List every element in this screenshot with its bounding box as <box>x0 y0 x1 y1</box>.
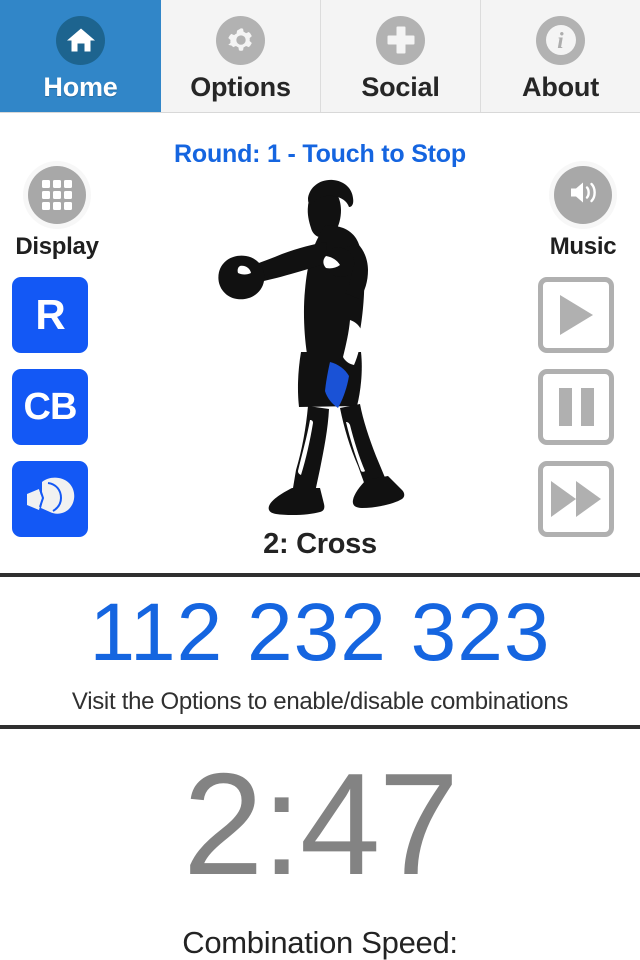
display-header[interactable]: Display <box>12 166 102 261</box>
timer-value[interactable]: 2:47 <box>0 752 640 897</box>
music-label: Music <box>549 233 617 260</box>
combination-speed-label: Combination Speed: <box>182 925 458 960</box>
music-pause-button[interactable] <box>538 369 614 445</box>
rounds-button-label: R <box>35 291 65 338</box>
grid-icon <box>28 166 86 224</box>
tab-home[interactable]: Home <box>0 0 161 112</box>
gear-icon <box>216 15 265 65</box>
music-play-button[interactable] <box>538 277 614 353</box>
boxer-figure[interactable] <box>180 170 460 530</box>
combo-button[interactable]: CB <box>12 369 88 445</box>
home-icon <box>56 15 105 65</box>
play-icon <box>559 295 593 335</box>
plus-icon <box>376 15 425 65</box>
combination-value[interactable]: 112 232 323 <box>0 592 640 674</box>
glove-button[interactable] <box>12 461 88 537</box>
move-label: 2: Cross <box>263 528 377 560</box>
info-icon: i <box>536 15 585 65</box>
combo-button-label: CB <box>23 386 78 428</box>
next-icon <box>551 481 601 517</box>
display-label: Display <box>15 233 99 260</box>
speaker-icon <box>554 166 612 224</box>
pause-icon <box>558 388 594 426</box>
round-status-text[interactable]: Round: 1 - Touch to Stop <box>0 140 640 169</box>
app-root: Home Options Social i About Round: 1 - T… <box>0 0 640 960</box>
combination-hint: Visit the Options to enable/disable comb… <box>71 688 569 715</box>
display-rail: Display R CB <box>12 166 102 537</box>
divider-timer <box>0 725 640 729</box>
tab-bar: Home Options Social i About <box>0 0 640 113</box>
tab-about[interactable]: i About <box>481 0 640 112</box>
music-next-button[interactable] <box>538 461 614 537</box>
tab-social-label: Social <box>361 71 440 102</box>
tab-about-label: About <box>522 71 599 102</box>
rounds-button[interactable]: R <box>12 277 88 353</box>
tab-home-label: Home <box>43 71 118 102</box>
music-header[interactable]: Music <box>538 166 628 261</box>
tab-social[interactable]: Social <box>321 0 481 112</box>
music-rail: Music <box>538 166 628 537</box>
tab-options[interactable]: Options <box>161 0 321 112</box>
divider-combination <box>0 573 640 577</box>
tab-options-label: Options <box>190 71 291 102</box>
boxing-glove-icon <box>22 474 78 525</box>
